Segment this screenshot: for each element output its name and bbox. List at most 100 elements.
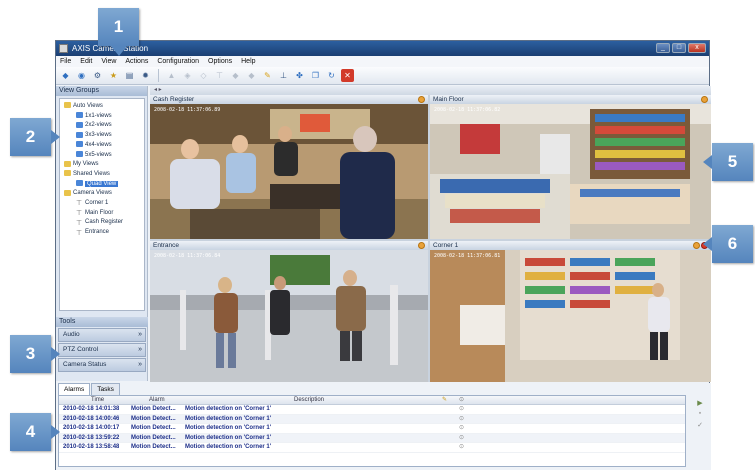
refresh-icon[interactable]: ↻ [325, 69, 338, 82]
tree-item-label: 3x3-views [85, 132, 112, 139]
column-header-time[interactable]: Time [91, 396, 104, 405]
camera-timestamp: 2008-02-18 11:37:06.82 [434, 107, 501, 113]
menu-file[interactable]: File [60, 56, 71, 67]
camera-header: Entrance [150, 241, 428, 250]
ptz-icon-2[interactable]: ◈ [181, 69, 194, 82]
tree-item[interactable]: Quad View [76, 180, 119, 189]
camera-icon[interactable]: ⊙ [459, 443, 464, 453]
tree-item-label: Quad View [85, 180, 119, 187]
tool-audio[interactable]: Audio » [58, 328, 146, 342]
bookmark-icon[interactable]: ★ [107, 69, 120, 82]
tree-item[interactable]: ⊤ Main Floor [76, 209, 113, 218]
view-grid-icon [76, 131, 83, 138]
close-button[interactable]: x [688, 43, 706, 53]
tree-item[interactable]: Shared Views [64, 170, 110, 179]
status-dot-icon [418, 242, 425, 249]
camera-pane-entrance[interactable]: Entrance 2008-02-18 11:37:06.84 [150, 241, 428, 382]
antenna-icon[interactable]: ⊥ [277, 69, 290, 82]
tree-item[interactable]: Camera Views [64, 189, 112, 198]
tree-item-label: My Views [73, 161, 99, 168]
menu-configuration[interactable]: Configuration [157, 56, 199, 67]
tree-item[interactable]: 4x4-views [76, 141, 112, 150]
tree-item[interactable]: 1x1-views [76, 112, 112, 121]
camera-pane-corner-1[interactable]: Corner 1 2008-02-18 11:37:06.81 [430, 241, 711, 382]
alarm-time: 2010-02-18 14:00:46 [63, 415, 120, 422]
table-row[interactable]: 2010-02-18 14:00:17 Motion Detect... Motio… [59, 424, 685, 434]
clipboard-icon[interactable]: ▤ [123, 69, 136, 82]
tab-tasks[interactable]: Tasks [91, 383, 120, 395]
callout-5: 5 [712, 143, 753, 181]
folder-icon [64, 102, 71, 109]
camera-icon[interactable]: ⊙ [459, 424, 464, 434]
camera-icon[interactable]: ⊙ [459, 405, 464, 415]
minimize-button[interactable]: _ [656, 43, 670, 53]
table-row[interactable]: 2010-02-18 14:01:38 Motion Detect... Motio… [59, 405, 685, 415]
menu-view[interactable]: View [101, 56, 116, 67]
tree-item[interactable]: 5x5-views [76, 150, 112, 160]
camera-icon[interactable]: ⊙ [459, 415, 464, 425]
camera-video: 2008-02-18 11:37:06.89 [150, 104, 428, 239]
camera-pane-cash-register[interactable]: Cash Register 2008-02-18 11:37:06.89 [150, 95, 428, 239]
callout-1: 1 [98, 8, 139, 46]
ptz-icon-5[interactable]: ◆ [229, 69, 242, 82]
export-icon[interactable]: ❐ [309, 69, 322, 82]
table-row[interactable]: 2010-02-18 13:59:22 Motion Detect... Motio… [59, 433, 685, 444]
tree-item-label: 1x1-views [85, 112, 112, 119]
tree-item-label: Main Floor [85, 209, 114, 216]
ptz-icon-3[interactable]: ◇ [197, 69, 210, 82]
camera-name: Entrance [153, 242, 180, 249]
camera-icon[interactable]: ⊙ [459, 434, 464, 444]
column-header-description[interactable]: Description [294, 396, 324, 405]
ptz-icon-6[interactable]: ◆ [245, 69, 258, 82]
tree-item[interactable]: 3x3-views [76, 131, 112, 140]
pencil-icon: ✎ [442, 397, 448, 403]
camera-pane-main-floor[interactable]: Main Floor 2008-02-18 11:37:06.82 [430, 95, 711, 239]
stop-icon[interactable]: ▪ [693, 410, 707, 421]
tree-item-label: 2x2-views [85, 122, 112, 129]
tree-item-label: 4x4-views [85, 141, 112, 148]
status-dot-icon [693, 242, 700, 249]
ptz-icon-4[interactable]: ⊤ [213, 69, 226, 82]
ptz-icon[interactable]: ▲ [165, 69, 178, 82]
menu-bar: File Edit View Actions Configuration Opt… [56, 56, 709, 67]
tree-item[interactable]: 2x2-views [76, 121, 112, 130]
alarm-description: Motion detection on 'Corner 1' [185, 434, 272, 441]
screenshot-stage: AXIS Camera Station _ □ x File Edit View… [0, 0, 755, 470]
tool-ptz-control[interactable]: PTZ Control » [58, 343, 146, 357]
maximize-button[interactable]: □ [672, 43, 686, 53]
camera-video: 2008-02-18 11:37:06.82 [430, 104, 711, 239]
cash-register-scene [150, 104, 428, 239]
table-row[interactable]: 2010-02-18 13:58:48 Motion Detect... Motio… [59, 443, 685, 453]
monitor-icon[interactable]: ◉ [75, 69, 88, 82]
tab-alarms[interactable]: Alarms [58, 383, 91, 395]
menu-actions[interactable]: Actions [125, 56, 148, 67]
settings-icon[interactable]: ⚙ [91, 69, 104, 82]
network-icon[interactable]: ✤ [293, 69, 306, 82]
tool-audio-label: Audio [63, 331, 80, 338]
column-header-alarm[interactable]: Alarm [149, 396, 165, 405]
menu-options[interactable]: Options [208, 56, 232, 67]
live-view-icon[interactable]: ◆ [59, 69, 72, 82]
tree-item-label: 5x5-views [85, 151, 112, 158]
tree-item[interactable]: ⊤ Cash Register [76, 218, 123, 227]
tree-item[interactable]: ⊤ Entrance [76, 228, 109, 237]
gear-icon[interactable]: ✹ [139, 69, 152, 82]
menu-edit[interactable]: Edit [80, 56, 92, 67]
tree-item[interactable]: Auto Views [64, 102, 103, 111]
close-red-icon[interactable]: ✕ [341, 69, 354, 82]
tree-item[interactable]: My Views [64, 160, 99, 169]
tool-camera-status[interactable]: Camera Status » [58, 358, 146, 372]
view-groups-tree: Auto Views 1x1-views 2x2-views 3x3-views 4x4… [59, 98, 145, 311]
view-grid-icon [76, 150, 83, 157]
camera-icon: ⊤ [76, 229, 83, 237]
camera-name: Corner 1 [433, 242, 459, 249]
pencil-icon[interactable]: ✎ [261, 69, 274, 82]
table-row[interactable]: 2010-02-18 14:00:46 Motion Detect... Motio… [59, 414, 685, 425]
tree-item[interactable]: ⊤ Corner 1 [76, 199, 108, 208]
callout-4: 4 [10, 413, 51, 451]
menu-help[interactable]: Help [241, 56, 255, 67]
status-dot-icon [701, 96, 708, 103]
play-icon[interactable]: ▶ [693, 399, 707, 410]
alarm-time: 2010-02-18 13:58:48 [63, 444, 120, 450]
acknowledge-icon[interactable]: ✓ [693, 421, 707, 432]
